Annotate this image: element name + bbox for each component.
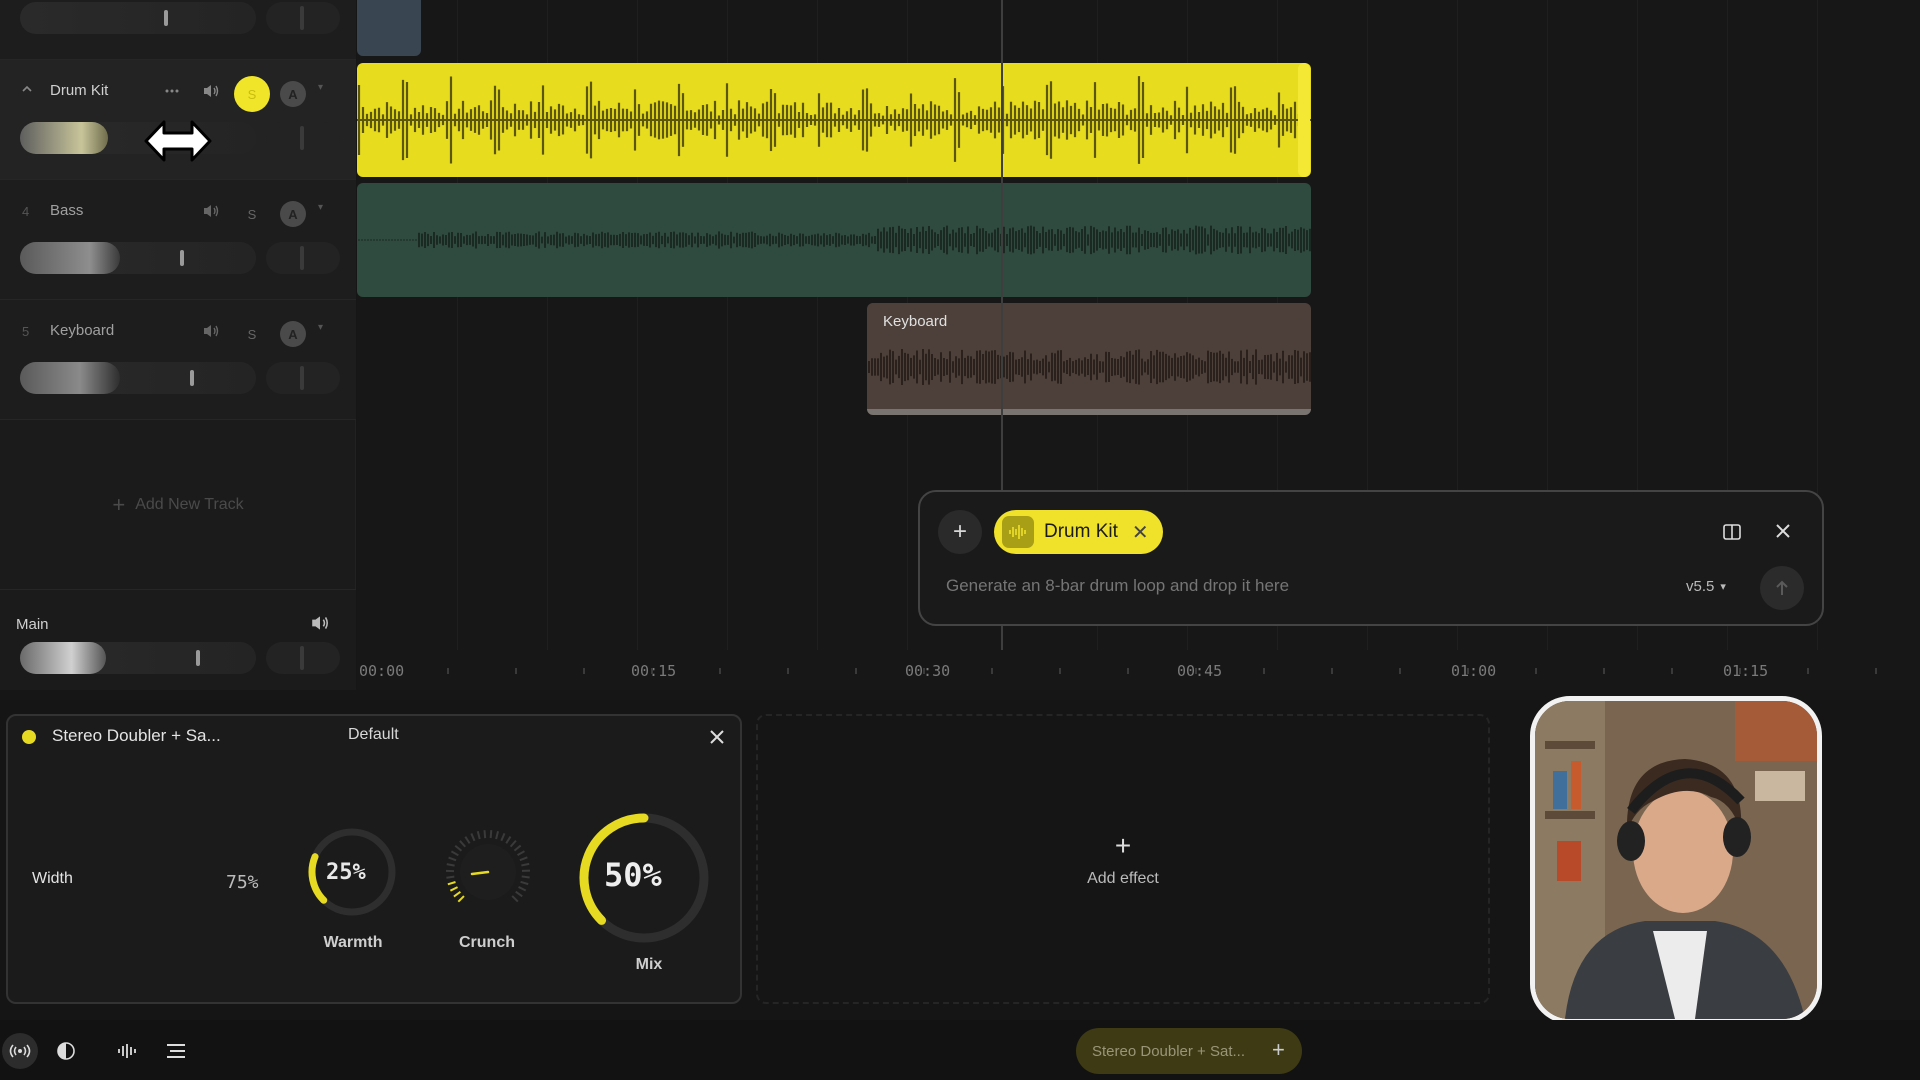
mix-label: Mix	[635, 956, 663, 973]
speaker-icon[interactable]	[310, 614, 330, 637]
solo-button[interactable]: S	[234, 316, 270, 352]
ruler-label: 00:45	[1177, 662, 1223, 680]
webcam-feed	[1530, 696, 1822, 1024]
add-new-track-button[interactable]: + Add New Track	[0, 420, 356, 590]
chevron-up-icon[interactable]	[20, 82, 34, 101]
add-effect-button[interactable]: + Add effect	[756, 714, 1490, 1004]
send-arrow-icon	[1776, 580, 1788, 595]
more-icon[interactable]	[161, 80, 183, 102]
warmth-value: 25%	[326, 860, 366, 885]
menu-icon[interactable]	[158, 1033, 194, 1069]
speaker-icon[interactable]	[200, 320, 222, 342]
context-chip-drum-kit[interactable]: Drum Kit ✕	[994, 510, 1163, 554]
add-track-label: Add New Track	[135, 495, 244, 513]
broadcast-icon[interactable]	[2, 1033, 38, 1069]
time-ruler[interactable]: 00:00 00:15 00:30 00:45 01:00 01:15	[357, 650, 1920, 690]
crunch-knob[interactable]	[440, 824, 536, 920]
clip-drum-kit[interactable]	[357, 63, 1311, 177]
model-selector[interactable]: v5.5 ▾	[1686, 578, 1726, 595]
solo-button[interactable]: S	[234, 76, 270, 112]
main-volume-fader[interactable]	[20, 642, 256, 674]
clip-keyboard[interactable]: Keyboard	[867, 303, 1311, 415]
plus-icon: +	[952, 518, 967, 545]
resize-cursor-icon	[142, 114, 214, 173]
footer-bar: Stereo Doubler + Sat... +	[0, 1020, 1920, 1080]
speaker-icon[interactable]	[200, 80, 222, 102]
track-number: 4	[22, 204, 30, 219]
pan-control[interactable]	[266, 122, 340, 154]
add-effect-label: Add effect	[1087, 870, 1159, 887]
pan-control[interactable]	[266, 642, 340, 674]
waveform-icon	[1002, 516, 1034, 548]
bass-waveform	[358, 225, 1311, 255]
volume-fader[interactable]	[20, 2, 256, 34]
solo-button[interactable]: S	[234, 196, 270, 232]
close-icon[interactable]	[1774, 522, 1792, 545]
track-name[interactable]: Keyboard	[50, 322, 114, 339]
panel-icon[interactable]	[1722, 522, 1742, 547]
clip-previous[interactable]	[357, 0, 421, 56]
mix-value: 50%	[604, 856, 662, 894]
effect-pill[interactable]: Stereo Doubler + Sat... +	[1076, 1028, 1302, 1074]
track-number: 5	[22, 324, 30, 339]
chevron-down-icon[interactable]: ▾	[318, 202, 323, 213]
track-row-keyboard[interactable]: 5 Keyboard S A ▾	[0, 300, 356, 420]
track-row-bass[interactable]: 4 Bass S A ▾	[0, 180, 356, 300]
volume-fader[interactable]	[20, 122, 256, 154]
track-name[interactable]: Bass	[50, 202, 83, 219]
arm-button[interactable]: A	[280, 81, 306, 107]
pan-control[interactable]	[266, 242, 340, 274]
main-label: Main	[16, 616, 49, 633]
ruler-label: 00:30	[905, 662, 951, 680]
track-panel: Drum Kit S A ▾ 4 Bass S A ▾ 5 Keyboard S…	[0, 0, 356, 690]
speaker-icon[interactable]	[200, 200, 222, 222]
waveform-icon[interactable]	[110, 1033, 146, 1069]
warmth-label: Warmth	[323, 934, 383, 951]
ruler-label: 00:15	[631, 662, 677, 680]
pan-control[interactable]	[266, 2, 340, 34]
chevron-down-icon: ▾	[1720, 581, 1726, 593]
chip-label: Drum Kit	[1044, 521, 1118, 542]
arm-button[interactable]: A	[280, 201, 306, 227]
arm-button[interactable]: A	[280, 321, 306, 347]
track-row-previous[interactable]	[0, 0, 356, 60]
pan-control[interactable]	[266, 362, 340, 394]
track-name[interactable]: Drum Kit	[50, 82, 108, 99]
volume-fader[interactable]	[20, 362, 256, 394]
effect-enabled-indicator[interactable]	[22, 730, 36, 744]
close-icon[interactable]: ✕	[1132, 520, 1149, 545]
prompt-input[interactable]	[946, 568, 1706, 604]
clip-bass[interactable]	[357, 183, 1311, 297]
width-label: Width	[32, 870, 73, 887]
main-bus-row: Main	[0, 590, 356, 690]
close-icon[interactable]	[708, 728, 726, 751]
model-label: v5.5	[1686, 578, 1715, 595]
effect-card: Stereo Doubler + Sa... Default Width 75%…	[6, 714, 742, 1004]
prompt-box: + Drum Kit ✕ v5.5 ▾	[918, 490, 1824, 626]
plus-icon: +	[1114, 830, 1132, 861]
ruler-label: 01:00	[1451, 662, 1497, 680]
plus-icon: +	[112, 491, 126, 517]
send-button[interactable]	[1760, 566, 1804, 610]
contrast-icon[interactable]	[48, 1033, 84, 1069]
daw-window: Drum Kit S A ▾ 4 Bass S A ▾ 5 Keyboard S…	[0, 0, 1920, 1080]
preset-selector[interactable]: Default	[348, 726, 399, 744]
clip-resize-handle[interactable]	[1298, 63, 1310, 177]
effect-name: Stereo Doubler + Sa...	[52, 726, 221, 745]
add-context-button[interactable]: +	[938, 510, 982, 554]
effect-pill-label: Stereo Doubler + Sat...	[1092, 1042, 1246, 1060]
keyboard-waveform	[868, 349, 1311, 385]
ruler-label: 00:00	[359, 662, 405, 680]
chevron-down-icon[interactable]: ▾	[318, 82, 323, 93]
width-value[interactable]: 75%	[226, 872, 259, 893]
volume-fader[interactable]	[20, 242, 256, 274]
crunch-label: Crunch	[459, 934, 515, 951]
chevron-down-icon[interactable]: ▾	[318, 322, 323, 333]
drum-waveform	[357, 76, 1311, 164]
ruler-label: 01:15	[1723, 662, 1769, 680]
plus-icon[interactable]: +	[1272, 1037, 1285, 1063]
